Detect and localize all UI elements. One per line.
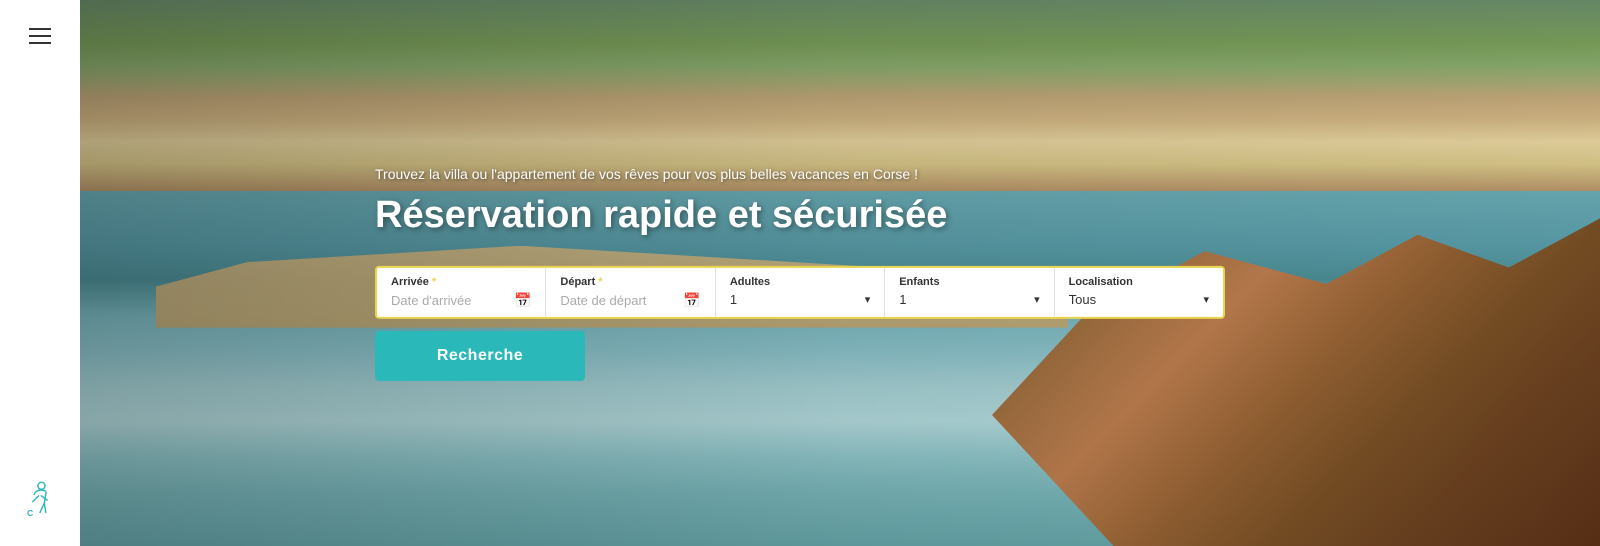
arrival-input[interactable] — [391, 293, 506, 308]
location-select-wrapper: Tous Ajaccio Bastia Porto-Vecchio Calvi … — [1069, 292, 1209, 307]
children-select-wrapper: 0 1 2 3 4 5 ▾ — [899, 292, 1039, 307]
search-button[interactable]: Recherche — [375, 331, 585, 381]
location-input-wrapper: Tous Ajaccio Bastia Porto-Vecchio Calvi … — [1069, 292, 1209, 307]
adults-field-group: Adultes 1 2 3 4 5 6 7 — [716, 268, 885, 317]
children-select[interactable]: 0 1 2 3 4 5 — [899, 292, 1034, 307]
adults-input-wrapper: 1 2 3 4 5 6 7 8 9 10 — [730, 292, 870, 307]
arrival-input-wrapper: 📅 — [391, 292, 531, 309]
logo: C — [22, 480, 58, 516]
departure-input-wrapper: 📅 — [560, 292, 700, 309]
hero-subtitle: Trouvez la villa ou l'appartement de vos… — [375, 165, 1225, 185]
children-field-group: Enfants 0 1 2 3 4 5 — [885, 268, 1054, 317]
menu-button[interactable] — [21, 20, 59, 52]
departure-input[interactable] — [560, 293, 675, 308]
children-chevron-icon: ▾ — [1034, 293, 1040, 306]
hero-section: Trouvez la villa ou l'appartement de vos… — [80, 0, 1600, 546]
location-chevron-icon: ▾ — [1204, 293, 1210, 306]
adults-label: Adultes — [730, 276, 870, 288]
logo-icon: C — [22, 480, 58, 516]
search-form: Arrivée * 📅 Départ * — [375, 266, 1225, 381]
arrival-calendar-icon: 📅 — [514, 292, 531, 309]
departure-field-group: Départ * 📅 — [546, 268, 715, 317]
hero-content: Trouvez la villa ou l'appartement de vos… — [375, 165, 1225, 381]
location-label: Localisation — [1069, 276, 1209, 288]
arrival-label: Arrivée * — [391, 276, 531, 288]
search-fields-container: Arrivée * 📅 Départ * — [375, 266, 1225, 319]
adults-select-wrapper: 1 2 3 4 5 6 7 8 9 10 — [730, 292, 870, 307]
departure-label: Départ * — [560, 276, 700, 288]
adults-chevron-icon: ▾ — [865, 293, 871, 306]
svg-text:C: C — [27, 508, 33, 516]
departure-calendar-icon: 📅 — [683, 292, 700, 309]
children-input-wrapper: 0 1 2 3 4 5 ▾ — [899, 292, 1039, 307]
arrival-field-group: Arrivée * 📅 — [377, 268, 546, 317]
location-field-group: Localisation Tous Ajaccio Bastia Porto-V… — [1055, 268, 1223, 317]
location-select[interactable]: Tous Ajaccio Bastia Porto-Vecchio Calvi … — [1069, 292, 1204, 307]
hero-title: Réservation rapide et sécurisée — [375, 193, 1225, 239]
sidebar: C — [0, 0, 80, 546]
adults-select[interactable]: 1 2 3 4 5 6 7 8 9 10 — [730, 292, 865, 307]
page-wrapper: C Trouvez la villa ou l'appartement de v… — [0, 0, 1600, 546]
children-label: Enfants — [899, 276, 1039, 288]
